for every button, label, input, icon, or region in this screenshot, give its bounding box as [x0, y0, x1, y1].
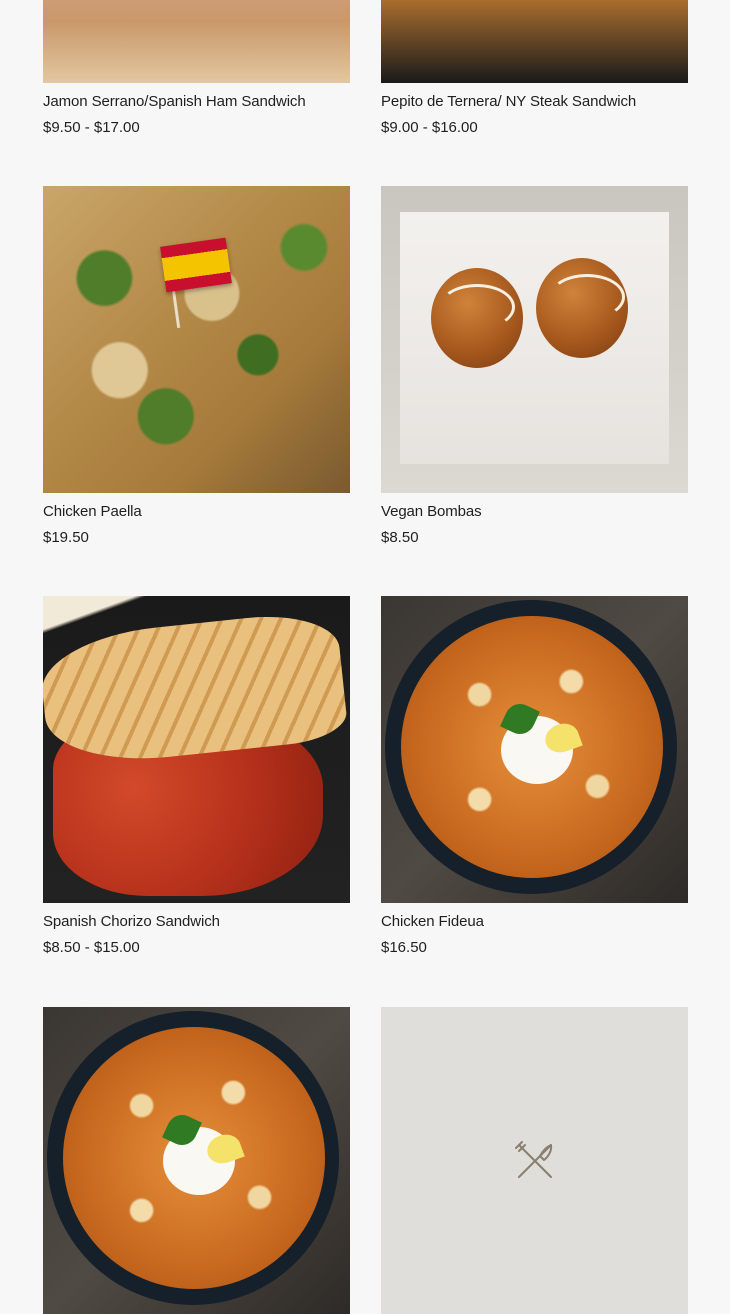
menu-item-card[interactable]: Chicken Paella $19.50	[43, 186, 350, 547]
image-placeholder[interactable]	[381, 1007, 688, 1314]
bread	[43, 608, 349, 770]
item-name[interactable]: Vegan Bombas	[381, 503, 688, 521]
item-price: $19.50	[43, 529, 89, 546]
fideua-image[interactable]	[381, 596, 688, 903]
item-price: $9.00 - $16.00	[381, 119, 478, 136]
item-price: $9.50 - $17.00	[43, 119, 140, 136]
menu-item-card[interactable]: Spanish Chorizo Sandwich $8.50 - $15.00	[43, 596, 350, 957]
sauce-drizzle	[549, 274, 625, 320]
item-name[interactable]: Chicken Paella	[43, 503, 350, 521]
item-price: $8.50	[381, 529, 419, 546]
menu-item-card[interactable]: Jamon Serrano/Spanish Ham Sandwich $9.50…	[43, 0, 350, 137]
item-name[interactable]: Pepito de Ternera/ NY Steak Sandwich	[381, 93, 688, 111]
item-name[interactable]: Chicken Fideua	[381, 913, 688, 931]
paella-image[interactable]	[43, 186, 350, 493]
item-name[interactable]: Spanish Chorizo Sandwich	[43, 913, 350, 931]
item-price: $16.50	[381, 939, 427, 956]
utensils-placeholder-icon	[514, 1140, 552, 1178]
fideua-image[interactable]	[43, 1007, 350, 1314]
menu-item-card[interactable]	[43, 1007, 350, 1314]
menu-item-card[interactable]: Chicken Fideua $16.50	[381, 596, 688, 957]
item-price: $8.50 - $15.00	[43, 939, 140, 956]
menu-item-card[interactable]: Vegan Bombas $8.50	[381, 186, 688, 547]
spanish-flag-icon	[160, 237, 232, 293]
menu-item-card[interactable]	[381, 1007, 688, 1314]
item-name[interactable]: Jamon Serrano/Spanish Ham Sandwich	[43, 93, 350, 111]
steak-sandwich-image[interactable]	[381, 0, 688, 83]
menu-grid: Jamon Serrano/Spanish Ham Sandwich $9.50…	[0, 0, 730, 1314]
bombas-image[interactable]	[381, 186, 688, 493]
sauce-drizzle	[439, 284, 515, 330]
chorizo-sandwich-image[interactable]	[43, 596, 350, 903]
menu-item-card[interactable]: Pepito de Ternera/ NY Steak Sandwich $9.…	[381, 0, 688, 137]
ham-sandwich-image[interactable]	[43, 0, 350, 83]
